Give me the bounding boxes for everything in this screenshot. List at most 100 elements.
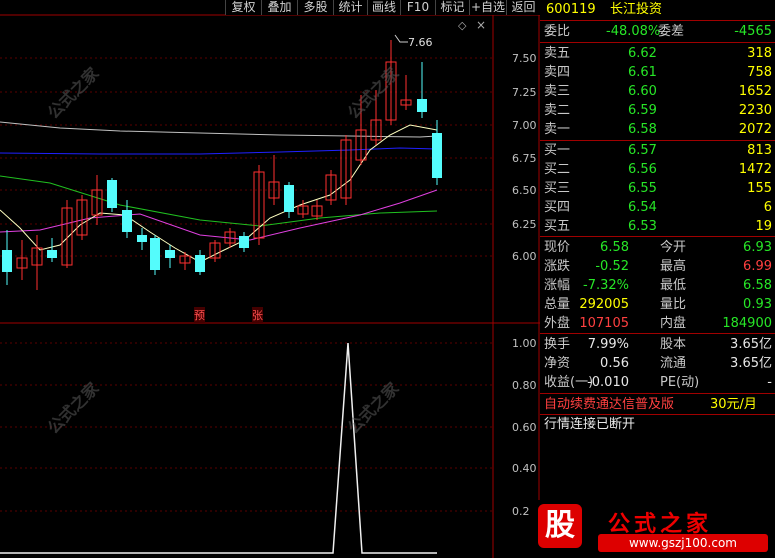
toolbar-f10-button[interactable]: F10 <box>400 0 435 15</box>
ask-row: 卖四 6.61 758 <box>540 63 775 82</box>
fin-value: -0.010 <box>587 375 629 390</box>
ask-label: 卖四 <box>544 65 571 80</box>
stat-value: 6.93 <box>743 240 772 255</box>
candle-body <box>239 236 249 248</box>
fin-value: 3.65亿 <box>730 337 772 352</box>
toolbar-multistock-button[interactable]: 多股 <box>297 0 333 15</box>
price-tick: 6.00 <box>512 250 537 263</box>
fin-label: 换手 <box>544 337 571 352</box>
weicha-value: -4565 <box>734 24 772 39</box>
stat-label: 外盘 <box>544 316 571 331</box>
ask-row: 卖二 6.59 2230 <box>540 101 775 120</box>
stock-code: 600119 <box>546 2 596 17</box>
ask-row: 卖一 6.58 2072 <box>540 120 775 139</box>
toolbar-overlay-button[interactable]: 叠加 <box>261 0 297 15</box>
indicator-tick: 0.2 <box>512 505 530 518</box>
ask-label: 卖五 <box>544 46 571 61</box>
diamond-icon[interactable]: ◇ <box>458 19 466 32</box>
candle-body <box>2 250 12 272</box>
price-tick: 7.50 <box>512 52 537 65</box>
weicha-label: 委差 <box>658 24 685 39</box>
bid-label: 买三 <box>544 181 571 196</box>
price-tick: 6.75 <box>512 152 537 165</box>
stat-row: 总量 292005 量比 0.93 <box>540 295 775 314</box>
stock-name: 长江投资 <box>610 2 663 17</box>
toolbar-mark-button[interactable]: 标记 <box>435 0 469 15</box>
stat-row: 外盘 107105 内盘 184900 <box>540 314 775 333</box>
bid-volume: 1472 <box>738 162 772 177</box>
candle-body <box>165 250 175 258</box>
stat-label: 现价 <box>544 240 571 255</box>
logo-stamp: 股 <box>538 504 582 548</box>
stat-value: -0.52 <box>595 259 629 274</box>
stat-label: 最高 <box>660 259 687 274</box>
bid-volume: 813 <box>747 143 772 158</box>
bid-row: 买一 6.57 813 <box>540 141 775 160</box>
bid-row: 买四 6.54 6 <box>540 198 775 217</box>
indicator-tick: 1.00 <box>512 337 537 350</box>
ask-volume: 318 <box>747 46 772 61</box>
connection-status: 行情连接已断开 <box>544 417 636 432</box>
stat-row: 现价 6.58 今开 6.93 <box>540 238 775 257</box>
promo-text[interactable]: 自动续费通达信普及版 <box>544 395 674 414</box>
candle-body <box>432 133 442 178</box>
toolbar-back-button[interactable]: 返回 <box>506 0 540 15</box>
stat-value: 6.58 <box>743 278 772 293</box>
bid-price: 6.57 <box>628 143 657 158</box>
stat-value: 6.58 <box>600 240 629 255</box>
stat-label: 内盘 <box>660 316 687 331</box>
bid-price: 6.56 <box>628 162 657 177</box>
indicator-tick: 0.80 <box>512 379 537 392</box>
brand-logo: 股 公式之家 www.gszj100.com <box>532 500 775 558</box>
stat-value: 6.99 <box>743 259 772 274</box>
stat-label: 今开 <box>660 240 687 255</box>
ask-price: 6.60 <box>628 84 657 99</box>
stat-value: 107105 <box>579 316 629 331</box>
toolbar-draw-button[interactable]: 画线 <box>367 0 400 15</box>
stat-label: 总量 <box>544 297 571 312</box>
bid-label: 买一 <box>544 143 571 158</box>
candle-body <box>137 235 147 242</box>
stat-label: 涨跌 <box>544 259 571 274</box>
price-tick: 7.00 <box>512 119 537 132</box>
ask-volume: 758 <box>747 65 772 80</box>
bid-label: 买四 <box>544 200 571 215</box>
ask-price: 6.61 <box>628 65 657 80</box>
fin-row: 换手 7.99% 股本 3.65亿 <box>540 335 775 354</box>
close-icon[interactable]: × <box>476 18 486 32</box>
toolbar-stats-button[interactable]: 统计 <box>333 0 367 15</box>
marker-zhang: 张 <box>252 307 263 323</box>
ask-row: 卖五 6.62 318 <box>540 44 775 63</box>
toolbar-add-watchlist-button[interactable]: +自选 <box>469 0 506 15</box>
fin-label: PE(动) <box>660 375 700 390</box>
fin-row: 收益(一) -0.010 PE(动) - <box>540 373 775 392</box>
promo-price[interactable]: 30元/月 <box>710 395 757 414</box>
bid-price: 6.53 <box>628 219 657 234</box>
logo-url: www.gszj100.com <box>598 534 768 552</box>
candle-body <box>417 99 427 112</box>
ask-price: 6.62 <box>628 46 657 61</box>
stat-label: 涨幅 <box>544 278 571 293</box>
stat-label: 量比 <box>660 297 687 312</box>
candle-body <box>107 180 117 208</box>
price-tick: 6.25 <box>512 218 537 231</box>
max-price-label: 7.66 <box>408 36 433 49</box>
ask-price: 6.59 <box>628 103 657 118</box>
fin-label: 股本 <box>660 337 687 352</box>
stat-row: 涨幅 -7.32% 最低 6.58 <box>540 276 775 295</box>
bid-row: 买三 6.55 155 <box>540 179 775 198</box>
fin-label: 收益(一) <box>544 375 594 390</box>
bid-volume: 19 <box>755 219 772 234</box>
fin-value: - <box>767 375 772 390</box>
stat-value: 184900 <box>722 316 772 331</box>
fin-value: 3.65亿 <box>730 356 772 371</box>
ask-volume: 2230 <box>738 103 772 118</box>
toolbar-fuquan-button[interactable]: 复权 <box>225 0 261 15</box>
ask-label: 卖一 <box>544 122 571 137</box>
fin-row: 净资 0.56 流通 3.65亿 <box>540 354 775 373</box>
bid-price: 6.54 <box>628 200 657 215</box>
stat-row: 涨跌 -0.52 最高 6.99 <box>540 257 775 276</box>
fin-label: 净资 <box>544 356 571 371</box>
candle-body <box>284 185 294 212</box>
price-tick: 7.25 <box>512 86 537 99</box>
